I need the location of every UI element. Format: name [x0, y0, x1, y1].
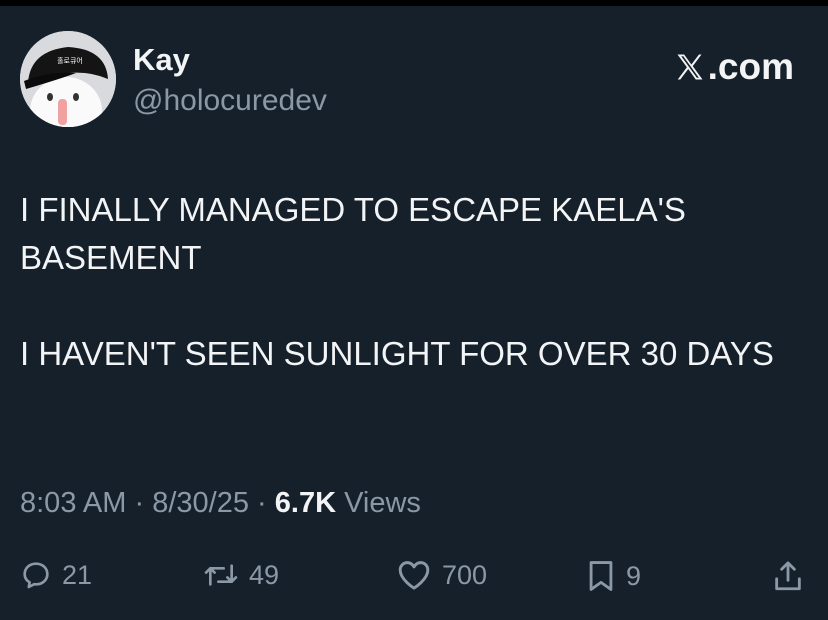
meta-separator: · [257, 487, 267, 519]
tweet-paragraph: I FINALLY MANAGED TO ESCAPE KAELA'S BASE… [20, 191, 686, 276]
reply-icon [23, 562, 49, 589]
post-date[interactable]: 8/30/25 [152, 487, 249, 519]
avatar-cap-text: 홀로큐어 [57, 56, 83, 65]
share-button[interactable] [772, 559, 814, 593]
action-bar: 21 49 700 9 [20, 559, 810, 599]
share-icon [775, 561, 801, 591]
repost-icon [204, 564, 238, 586]
tweet-paragraph: I HAVEN'T SEEN SUNLIGHT FOR OVER 30 DAYS [20, 335, 774, 372]
brand-domain-label: .com [707, 46, 794, 87]
meta-separator: · [134, 487, 145, 519]
tweet-meta: 8:03 AM · 8/30/25 · 6.7K Views [20, 489, 421, 518]
avatar[interactable]: 홀로큐어 [20, 31, 116, 127]
post-time[interactable]: 8:03 AM [20, 487, 126, 519]
avatar-image: 홀로큐어 [20, 31, 116, 127]
author-display-name[interactable]: Kay [133, 44, 190, 75]
bookmark-icon [589, 561, 613, 591]
x-com-brand: .com [675, 48, 794, 85]
heart-icon [398, 561, 430, 590]
repost-button[interactable]: 49 [203, 559, 279, 591]
views-label: Views [344, 487, 421, 519]
like-button[interactable]: 700 [396, 559, 487, 591]
repost-count: 49 [249, 559, 280, 590]
reply-count: 21 [62, 559, 93, 590]
tweet-text: I FINALLY MANAGED TO ESCAPE KAELA'S BASE… [20, 186, 810, 378]
like-count: 700 [442, 559, 488, 590]
x-logo-icon [677, 54, 703, 79]
bookmark-button[interactable]: 9 [586, 559, 641, 593]
bookmark-count: 9 [626, 560, 642, 591]
tweet-card: 홀로큐어 Kay @holocuredev .com I FINALLY MAN… [0, 6, 828, 620]
author-handle[interactable]: @holocuredev [133, 86, 327, 116]
views-count: 6.7K [274, 487, 337, 519]
reply-button[interactable]: 21 [20, 559, 92, 591]
